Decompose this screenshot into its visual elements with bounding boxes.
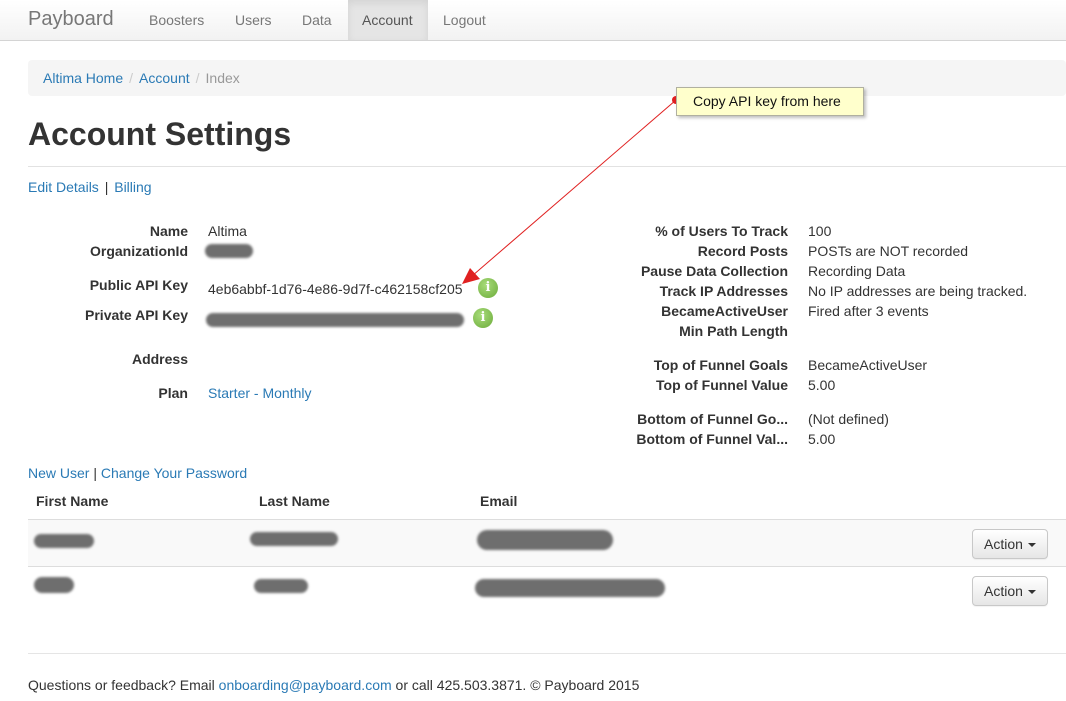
private-api-key-redacted: [206, 313, 464, 327]
title-divider: [28, 166, 1066, 167]
setting-label: Min Path Length: [679, 323, 788, 339]
arrow-head: [462, 268, 480, 284]
setting-label: Top of Funnel Value: [656, 377, 788, 393]
account-links: Edit Details | Billing: [28, 179, 152, 195]
public-api-key-label: Public API Key: [89, 277, 188, 293]
nav-boosters[interactable]: Boosters: [135, 0, 218, 40]
nav-account[interactable]: Account: [348, 0, 428, 40]
link-separator: |: [93, 465, 97, 481]
caret-down-icon: [1027, 590, 1036, 595]
public-api-key-value[interactable]: 4eb6abbf-1d76-4e86-9d7f-c462158cf205: [208, 281, 463, 297]
breadcrumb-separator: /: [195, 70, 200, 86]
setting-label: % of Users To Track: [655, 223, 788, 239]
breadcrumb-current: Index: [205, 70, 240, 86]
footer-suffix: or call 425.503.3871. © Payboard 2015: [395, 677, 640, 693]
plan-link[interactable]: Starter - Monthly: [208, 385, 311, 401]
billing-link[interactable]: Billing: [114, 179, 151, 195]
action-dropdown-button[interactable]: Action: [972, 529, 1048, 559]
change-password-link[interactable]: Change Your Password: [101, 465, 247, 481]
footer: Questions or feedback? Email onboarding@…: [28, 677, 639, 693]
setting-label: Bottom of Funnel Val...: [636, 431, 788, 447]
private-key-info-icon[interactable]: i: [473, 308, 493, 328]
setting-value: BecameActiveUser: [808, 357, 928, 373]
setting-value: 5.00: [808, 377, 836, 393]
setting-label: Record Posts: [697, 243, 788, 259]
breadcrumb-home-link[interactable]: Altima Home: [43, 70, 123, 86]
name-value: Altima: [208, 223, 247, 239]
nav-data[interactable]: Data: [288, 0, 346, 40]
breadcrumb: Altima Home / Account / Index: [28, 60, 1066, 96]
footer-email-link[interactable]: onboarding@payboard.com: [219, 677, 392, 693]
email-redacted: [477, 530, 613, 550]
callout-note: Copy API key from here: [676, 87, 864, 116]
plan-label: Plan: [158, 385, 188, 401]
footer-prefix: Questions or feedback? Email: [28, 677, 215, 693]
brand-logo[interactable]: Payboard: [28, 8, 114, 31]
column-header-last-name: Last Name: [259, 493, 330, 509]
action-button-label: Action: [984, 583, 1023, 599]
caret-down-icon: [1027, 543, 1036, 548]
setting-label: BecameActiveUser: [661, 303, 788, 319]
action-button-label: Action: [984, 536, 1023, 552]
name-label: Name: [149, 223, 188, 239]
setting-value: (Not defined): [808, 411, 889, 427]
footer-divider: [28, 653, 1066, 654]
column-header-first-name: First Name: [36, 493, 109, 509]
setting-value: 5.00: [808, 431, 836, 447]
first-name-redacted: [34, 577, 74, 593]
setting-label: Track IP Addresses: [659, 283, 788, 299]
edit-details-link[interactable]: Edit Details: [28, 179, 99, 195]
last-name-redacted: [254, 579, 308, 593]
nav-logout[interactable]: Logout: [429, 0, 500, 40]
setting-label: Top of Funnel Goals: [653, 357, 788, 373]
first-name-redacted: [34, 534, 94, 548]
private-api-key-label: Private API Key: [85, 307, 188, 323]
address-label: Address: [131, 351, 188, 367]
breadcrumb-account-link[interactable]: Account: [139, 70, 190, 86]
organization-id-redacted: [205, 244, 253, 258]
user-links: New User | Change Your Password: [28, 465, 247, 481]
setting-value: No IP addresses are being tracked.: [808, 283, 1028, 299]
new-user-link[interactable]: New User: [28, 465, 89, 481]
column-header-email: Email: [480, 493, 518, 509]
setting-value: POSTs are NOT recorded: [808, 243, 969, 259]
setting-value: Fired after 3 events: [808, 303, 929, 319]
public-key-info-icon[interactable]: i: [478, 278, 498, 298]
page-title: Account Settings: [28, 116, 292, 152]
top-navbar: Payboard Boosters Users Data Account Log…: [0, 0, 1066, 41]
setting-label: Bottom of Funnel Go...: [637, 411, 788, 427]
callout-text: Copy API key from here: [693, 93, 841, 109]
setting-value: 100: [808, 223, 832, 239]
table-row: Action: [28, 519, 1066, 566]
organization-id-label: OrganizationId: [90, 243, 188, 259]
nav-users[interactable]: Users: [221, 0, 286, 40]
setting-label: Pause Data Collection: [640, 263, 788, 279]
action-dropdown-button[interactable]: Action: [972, 576, 1048, 606]
link-separator: |: [104, 179, 109, 195]
table-row: Action: [28, 566, 1066, 613]
last-name-redacted: [250, 532, 338, 546]
email-redacted: [475, 579, 665, 597]
setting-value: Recording Data: [808, 263, 906, 279]
breadcrumb-separator: /: [129, 70, 134, 86]
